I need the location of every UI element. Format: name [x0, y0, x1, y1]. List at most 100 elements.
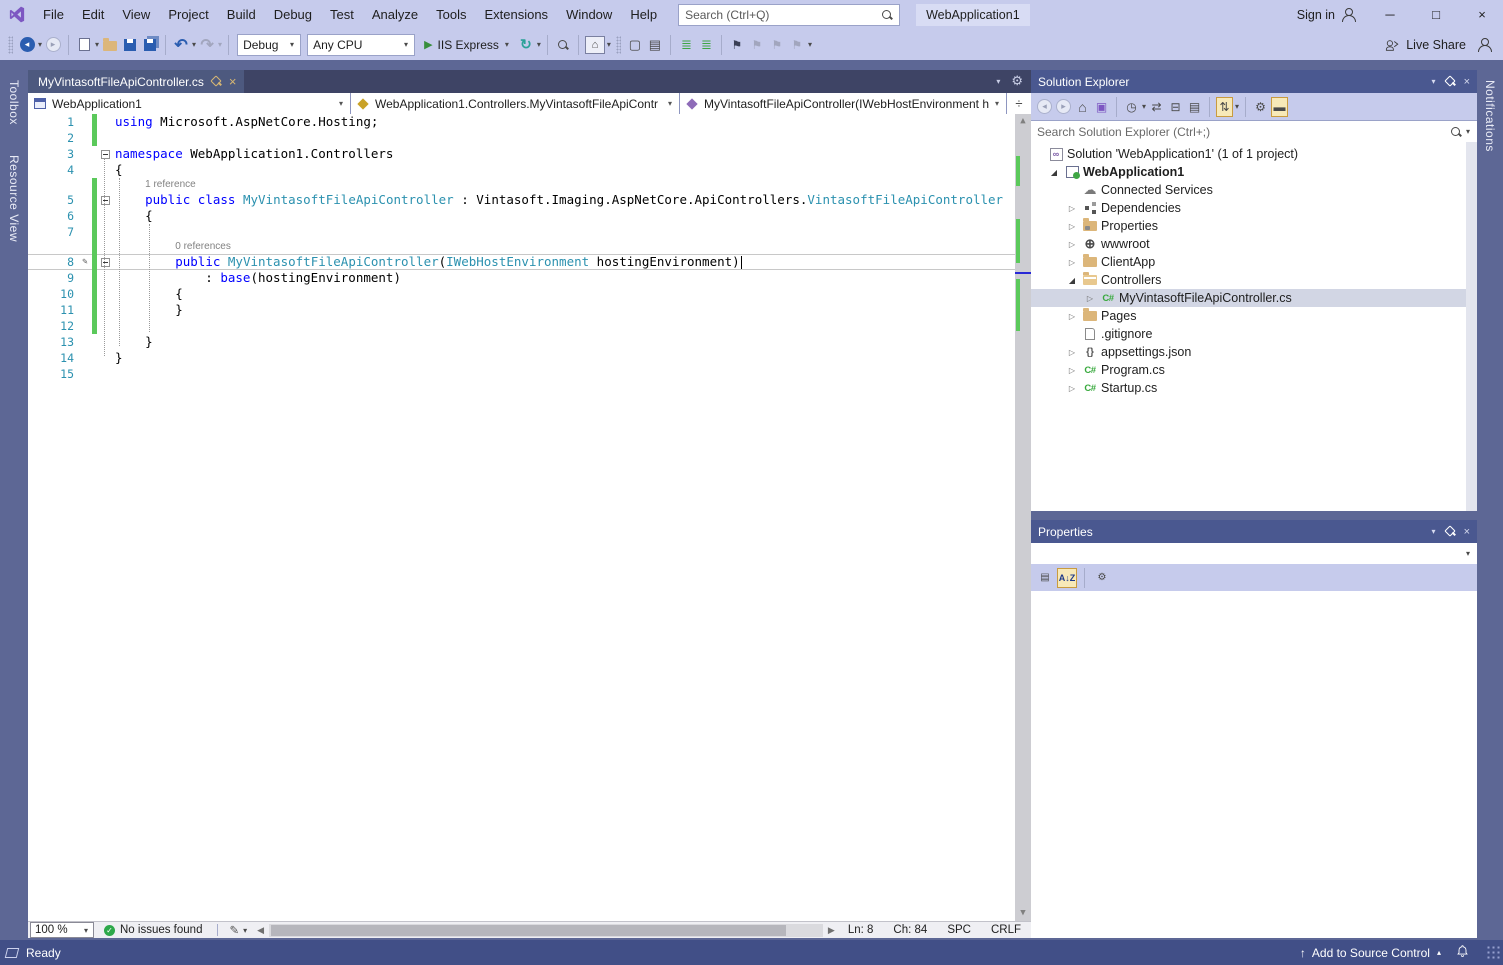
tree-item-appsettings-json[interactable]: ▷ {} appsettings.json: [1031, 343, 1477, 361]
properties-object-combo[interactable]: ▾: [1031, 543, 1477, 564]
code-cleanup-button[interactable]: ✎ ▾: [223, 923, 254, 937]
codelens-references[interactable]: 1 reference: [113, 178, 196, 192]
feedback-button[interactable]: [1475, 34, 1493, 56]
breadcrumb-segment-1[interactable]: WebApplication1.Controllers.MyVintasoftF…: [351, 93, 679, 114]
redo-button[interactable]: ↷: [198, 34, 216, 56]
resize-grip[interactable]: [1487, 945, 1501, 960]
menu-item-project[interactable]: Project: [159, 2, 217, 27]
menu-item-help[interactable]: Help: [621, 2, 666, 27]
menu-item-file[interactable]: File: [34, 2, 73, 27]
se-pending-changes-filter-button[interactable]: ◷: [1123, 97, 1140, 117]
categorized-view-button[interactable]: ▤: [1035, 568, 1055, 588]
undo-dropdown[interactable]: ▾: [192, 40, 196, 49]
code-line[interactable]: 12: [28, 318, 1031, 334]
chevron-down-icon[interactable]: ▾: [668, 99, 672, 108]
solution-platform-combo[interactable]: Any CPU ▾: [307, 33, 416, 56]
browser-home-dropdown[interactable]: ▾: [607, 40, 611, 49]
dock-tab-notifications[interactable]: Notifications: [1483, 72, 1497, 160]
se-wrench-icon[interactable]: ⚙: [1252, 97, 1269, 117]
scroll-up-icon[interactable]: ▲: [1015, 114, 1031, 129]
tree-item-controllers[interactable]: ◢ Controllers: [1031, 271, 1477, 289]
navigate-forward-button[interactable]: ▸: [44, 34, 62, 56]
tree-expander[interactable]: ▷: [1063, 312, 1081, 321]
code-line[interactable]: 5 public class MyVintasoftFileApiControl…: [28, 192, 1031, 208]
menu-item-window[interactable]: Window: [557, 2, 621, 27]
document-tab[interactable]: MyVintasoftFileApiController.cs ×: [28, 70, 245, 93]
issues-indicator[interactable]: ✓ No issues found: [94, 924, 212, 936]
close-panel-icon[interactable]: ×: [1464, 526, 1470, 538]
tree-item-connected-services[interactable]: ☁ Connected Services: [1031, 181, 1477, 199]
alphabetical-sort-button[interactable]: A↓Z: [1057, 567, 1077, 588]
solution-explorer-search-input[interactable]: Search Solution Explorer (Ctrl+;) ▾: [1031, 120, 1477, 142]
dock-tab-toolbox[interactable]: Toolbox: [7, 72, 21, 133]
scroll-left-icon[interactable]: ◀: [254, 925, 267, 936]
tree-item-dependencies[interactable]: ▷ Dependencies: [1031, 199, 1477, 217]
previous-bookmark-button[interactable]: ⚑: [748, 34, 766, 56]
se-properties-button[interactable]: ▤: [1186, 97, 1203, 117]
decrease-indent-button[interactable]: ≣: [677, 34, 695, 56]
code-line[interactable]: 6 {: [28, 208, 1031, 224]
window-position-dropdown[interactable]: ▾: [1432, 527, 1436, 536]
code-editor[interactable]: 1 using Microsoft.AspNetCore.Hosting; 2 3 na…: [28, 114, 1031, 921]
save-all-button[interactable]: [141, 34, 159, 56]
background-tasks-icon[interactable]: [4, 947, 20, 958]
pin-tab-icon[interactable]: [212, 76, 221, 87]
tab-list-dropdown[interactable]: ▾: [996, 77, 1000, 86]
tree-expander[interactable]: ▷: [1081, 294, 1099, 303]
se-switch-views-button[interactable]: ▣: [1093, 97, 1110, 117]
editor-vertical-scrollbar[interactable]: ▲ ▼: [1015, 114, 1031, 921]
new-project-dropdown[interactable]: ▾: [95, 40, 99, 49]
se-forward-button[interactable]: ▸: [1055, 97, 1072, 117]
breadcrumb-segment-2[interactable]: MyVintasoftFileApiController(IWebHostEnv…: [680, 93, 1006, 114]
undo-button[interactable]: ↶: [172, 34, 190, 56]
tree-item-startup-cs[interactable]: ▷ C# Startup.cs: [1031, 379, 1477, 397]
code-line[interactable]: 3 namespace WebApplication1.Controllers: [28, 146, 1031, 162]
search-icon[interactable]: [881, 9, 893, 21]
auto-hide-pin-icon[interactable]: [1446, 526, 1455, 537]
live-share-button[interactable]: Live Share: [1377, 38, 1474, 52]
browser-home-button[interactable]: ⌂: [584, 34, 605, 56]
menu-item-edit[interactable]: Edit: [73, 2, 113, 27]
property-pages-wrench-icon[interactable]: ⚙: [1092, 568, 1112, 588]
se-sync-button[interactable]: ⇄: [1148, 97, 1165, 117]
scroll-right-icon[interactable]: ▶: [825, 925, 838, 936]
save-button[interactable]: [121, 34, 139, 56]
code-line[interactable]: 7: [28, 224, 1031, 240]
tree-expander[interactable]: ▷: [1063, 384, 1081, 393]
line-ending-indicator[interactable]: CRLF: [981, 924, 1031, 936]
tree-item-clientapp[interactable]: ▷ ClientApp: [1031, 253, 1477, 271]
code-line[interactable]: 10 {: [28, 286, 1031, 302]
solution-explorer-scrollbar[interactable]: [1466, 142, 1477, 511]
search-icon[interactable]: [1450, 126, 1462, 138]
code-line[interactable]: 2: [28, 130, 1031, 146]
tree-expander[interactable]: ▷: [1063, 240, 1081, 249]
tree-expander[interactable]: ▷: [1063, 204, 1081, 213]
redo-dropdown[interactable]: ▾: [218, 40, 222, 49]
line-indicator[interactable]: Ln: 8: [838, 924, 884, 936]
next-bookmark-button[interactable]: ⚑: [768, 34, 786, 56]
codelens-references[interactable]: 0 references: [113, 240, 231, 254]
tree-item-properties[interactable]: ▷ Properties: [1031, 217, 1477, 235]
se-back-button[interactable]: ◂: [1036, 97, 1053, 117]
notifications-bell-button[interactable]: [1456, 944, 1469, 961]
properties-title-bar[interactable]: Properties ▾ ×: [1031, 520, 1477, 543]
tree-item-pages[interactable]: ▷ Pages: [1031, 307, 1477, 325]
sign-in-button[interactable]: Sign in: [1287, 7, 1365, 22]
navigate-back-button[interactable]: ◂: [18, 34, 36, 56]
new-comment-button[interactable]: ▤: [646, 34, 664, 56]
collapse-region-icon[interactable]: [100, 257, 110, 267]
refresh-button[interactable]: ↻: [517, 34, 535, 56]
clear-bookmarks-button[interactable]: ⚑: [788, 34, 806, 56]
se-filter-dropdown[interactable]: ▾: [1142, 102, 1146, 111]
column-indicator[interactable]: Ch: 84: [883, 924, 937, 936]
tree-item-program-cs[interactable]: ▷ C# Program.cs: [1031, 361, 1477, 379]
tree-item-wwwroot[interactable]: ▷ ⊕ wwwroot: [1031, 235, 1477, 253]
start-debugging-button[interactable]: ▶ IIS Express ▾: [418, 34, 516, 56]
close-panel-icon[interactable]: ×: [1464, 76, 1470, 88]
solution-explorer-title-bar[interactable]: Solution Explorer ▾ ×: [1031, 70, 1477, 93]
editor-zoom-combo[interactable]: 100 % ▾: [30, 922, 94, 938]
new-project-button[interactable]: [75, 34, 93, 56]
scroll-down-icon[interactable]: ▼: [1015, 906, 1031, 921]
breadcrumb-segment-0[interactable]: WebApplication1 ▾: [28, 93, 350, 114]
menu-item-view[interactable]: View: [113, 2, 159, 27]
